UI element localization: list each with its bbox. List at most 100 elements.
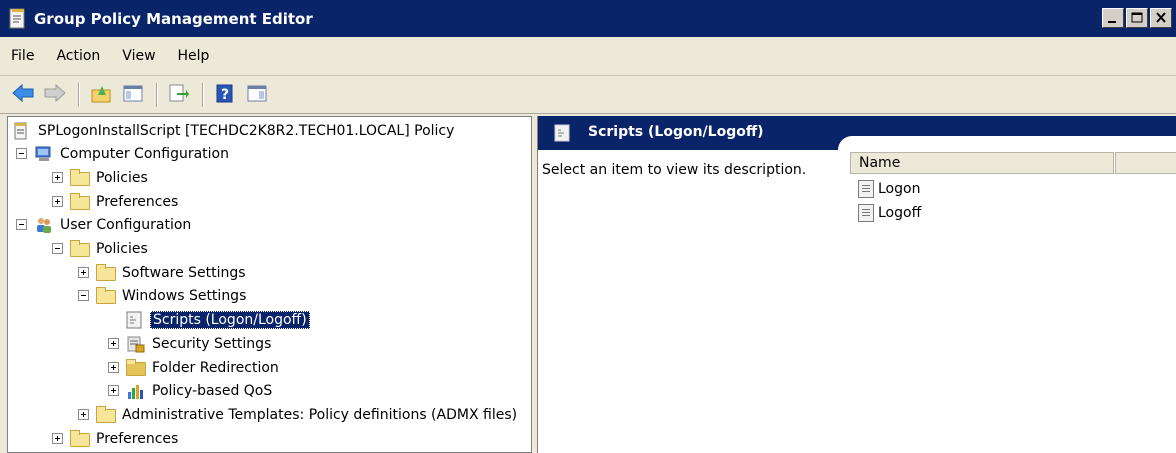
policy-document-icon (12, 122, 32, 140)
tree-item-uc-policies[interactable]: Policies (52, 237, 148, 260)
menu-file[interactable]: File (0, 48, 45, 64)
help-button[interactable]: ? (210, 81, 240, 109)
tree-label: Policies (96, 169, 148, 186)
tree-label: Software Settings (122, 264, 246, 281)
details-header: Scripts (Logon/Logoff) (538, 116, 1176, 150)
collapse-toggle[interactable] (16, 219, 27, 230)
tree-root[interactable]: SPLogonInstallScript [TECHDC2K8R2.TECH01… (12, 119, 454, 142)
help-icon: ? (214, 83, 236, 107)
tree-label: Preferences (96, 193, 179, 210)
tree-item-windows-settings[interactable]: Windows Settings (78, 284, 246, 307)
folder-icon (96, 287, 116, 304)
expand-toggle[interactable] (52, 196, 63, 207)
column-header-extra[interactable] (1115, 152, 1176, 174)
expand-toggle[interactable] (108, 385, 119, 396)
menu-view[interactable]: View (111, 48, 166, 64)
forward-arrow-icon (43, 83, 67, 107)
details-pane: Scripts (Logon/Logoff) Select an item to… (537, 116, 1176, 453)
tree-label: Policies (96, 240, 148, 257)
window-controls (1102, 8, 1172, 28)
menu-bar: File Action View Help (0, 37, 1176, 76)
tree-item-computer-configuration[interactable]: Computer Configuration (16, 142, 229, 165)
collapse-toggle[interactable] (78, 290, 89, 301)
close-button[interactable] (1150, 8, 1172, 28)
tree-label: Folder Redirection (152, 359, 279, 376)
expand-toggle[interactable] (78, 267, 89, 278)
tree-label: User Configuration (60, 216, 192, 233)
folder-icon (70, 240, 90, 257)
svg-text:?: ? (221, 87, 229, 103)
folder-icon (96, 264, 116, 281)
export-list-button[interactable] (164, 81, 194, 109)
expand-toggle[interactable] (52, 433, 63, 444)
export-list-icon (168, 83, 190, 107)
tree-pane[interactable]: SPLogonInstallScript [TECHDC2K8R2.TECH01… (7, 116, 532, 453)
expand-toggle[interactable] (108, 338, 119, 349)
computer-icon (34, 145, 54, 163)
list-item-logon[interactable]: Logon (858, 178, 920, 200)
toolbar-separator (202, 82, 204, 107)
tree-item-software-settings[interactable]: Software Settings (78, 261, 246, 284)
tree-item-folder-redirection[interactable]: Folder Redirection (108, 356, 279, 379)
properties-pane-icon (246, 83, 268, 107)
tree-label: Security Settings (152, 335, 272, 352)
show-hide-tree-icon (122, 83, 144, 107)
collapse-toggle[interactable] (16, 148, 27, 159)
tree-item-policy-based-qos[interactable]: Policy-based QoS (108, 379, 272, 402)
header-curve (838, 136, 1176, 150)
folder-icon (126, 359, 146, 376)
script-icon (858, 204, 874, 222)
expand-toggle[interactable] (78, 409, 89, 420)
description-text: Select an item to view its description. (542, 162, 807, 178)
tree-item-uc-preferences[interactable]: Preferences (52, 427, 178, 450)
folder-icon (70, 430, 90, 447)
tree-item-cc-preferences[interactable]: Preferences (52, 190, 178, 213)
list-item-label: Logon (878, 181, 921, 197)
restore-button[interactable] (1126, 8, 1148, 28)
tree-item-security-settings[interactable]: Security Settings (108, 332, 271, 355)
gpme-app-icon (8, 8, 28, 30)
tree-item-administrative-templates[interactable]: Administrative Templates: Policy definit… (78, 403, 517, 426)
list-item-logoff[interactable]: Logoff (858, 202, 921, 224)
back-arrow-icon (11, 83, 35, 107)
gpme-window: Group Policy Management Editor File Acti… (0, 0, 1176, 453)
minimize-button[interactable] (1102, 8, 1124, 28)
tree-label: Windows Settings (122, 287, 247, 304)
tree-item-cc-policies[interactable]: Policies (52, 166, 148, 189)
up-one-level-button[interactable] (86, 81, 116, 109)
toolbar-separator (78, 82, 80, 107)
tree-label: SPLogonInstallScript [TECHDC2K8R2.TECH01… (38, 122, 455, 139)
column-header-name[interactable]: Name (850, 152, 1114, 174)
collapse-toggle[interactable] (52, 243, 63, 254)
toolbar-separator (156, 82, 158, 107)
expand-toggle[interactable] (108, 362, 119, 373)
title-bar[interactable]: Group Policy Management Editor (0, 0, 1176, 37)
scripts-header-icon (554, 124, 570, 146)
folder-icon (96, 406, 116, 423)
expand-toggle[interactable] (52, 172, 63, 183)
tree-item-user-configuration[interactable]: User Configuration (16, 213, 191, 236)
details-title: Scripts (Logon/Logoff) (588, 124, 764, 140)
bar-chart-icon (126, 382, 146, 400)
tree-label: Administrative Templates: Policy definit… (122, 406, 518, 423)
properties-pane-button[interactable] (242, 81, 272, 109)
up-folder-icon (90, 83, 112, 107)
window-title: Group Policy Management Editor (34, 9, 313, 28)
script-icon (126, 311, 144, 329)
tree-item-scripts[interactable]: Scripts (Logon/Logoff) (126, 308, 310, 331)
tree-label: Policy-based QoS (152, 382, 273, 399)
back-button[interactable] (8, 81, 38, 109)
menu-action[interactable]: Action (45, 48, 111, 64)
show-hide-tree-button[interactable] (118, 81, 148, 109)
tree-label: Preferences (96, 430, 179, 447)
folder-icon (70, 169, 90, 186)
script-icon (858, 180, 874, 198)
menu-help[interactable]: Help (167, 48, 221, 64)
tree-label: Computer Configuration (60, 145, 229, 162)
forward-button[interactable] (40, 81, 70, 109)
list-item-label: Logoff (878, 205, 922, 221)
tree-label-selected: Scripts (Logon/Logoff) (150, 310, 310, 329)
folder-icon (70, 193, 90, 210)
toolbar: ? (0, 76, 1176, 114)
users-icon (34, 216, 54, 234)
